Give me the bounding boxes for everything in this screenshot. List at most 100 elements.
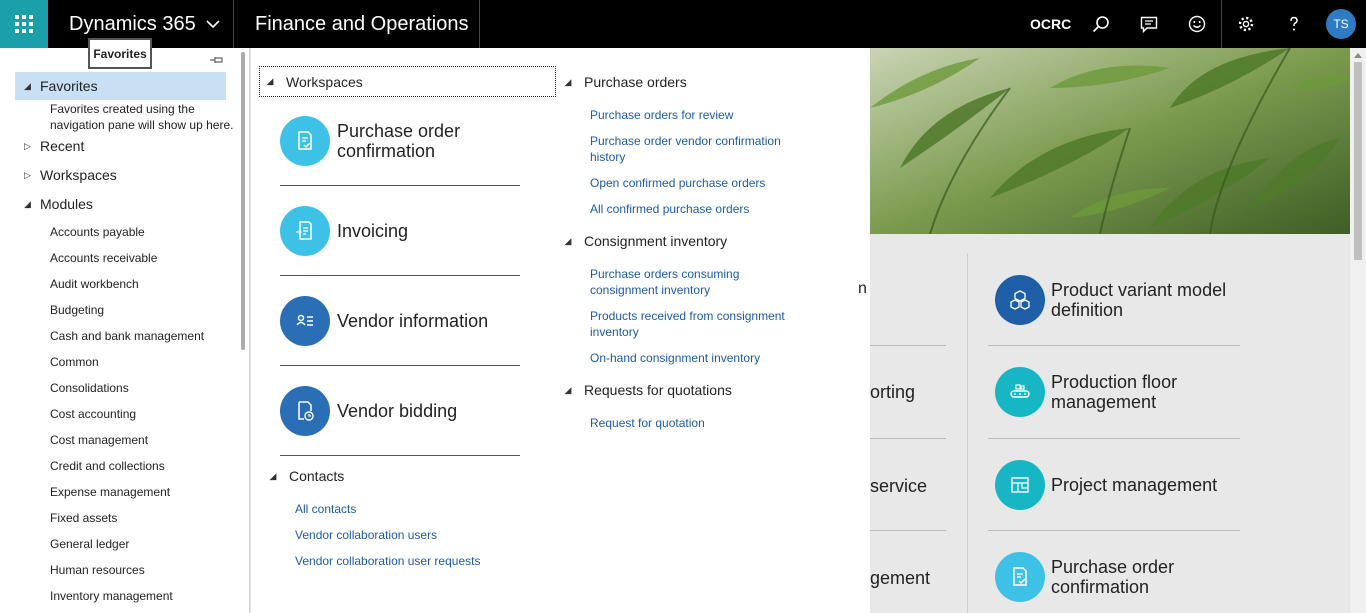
- pin-icon[interactable]: [209, 55, 225, 65]
- module-item[interactable]: Cash and bank management: [50, 326, 204, 346]
- top-bar: Dynamics 365 Finance and Operations OCRC…: [0, 0, 1366, 48]
- page-scrollbar[interactable]: [1350, 48, 1366, 613]
- section-purchase-orders[interactable]: ◢ Purchase orders: [558, 70, 687, 94]
- navigation-pane: ◢ Favorites Favorites created using the …: [0, 48, 250, 613]
- user-avatar[interactable]: TS: [1326, 9, 1356, 39]
- tile-icon-circle: [280, 205, 330, 256]
- hidden-tile-fragment[interactable]: n: [858, 280, 867, 298]
- search-icon: [1092, 16, 1109, 33]
- tile-icon-circle: [995, 460, 1045, 510]
- link-open-confirmed-purchase-orders[interactable]: Open confirmed purchase orders: [590, 175, 800, 191]
- tile-icon-circle: [995, 552, 1045, 602]
- hidden-tile-fragment[interactable]: service: [870, 476, 927, 497]
- module-item[interactable]: Inventory management: [50, 586, 173, 606]
- tile-divider: [988, 345, 1240, 346]
- tile-label: Invoicing: [337, 220, 409, 241]
- link-po-vendor-confirmation-history[interactable]: Purchase order vendor confirmation histo…: [590, 133, 800, 165]
- help-button[interactable]: [1270, 0, 1318, 48]
- feedback-button[interactable]: [1173, 0, 1221, 48]
- tile-vendor-bidding[interactable]: Vendor bidding: [280, 366, 520, 456]
- tile-invoicing[interactable]: Invoicing: [280, 186, 520, 276]
- tile-purchase-order-confirmation[interactable]: Purchase order confirmation: [280, 96, 520, 186]
- module-item[interactable]: Common: [50, 352, 99, 372]
- app-title: Finance and Operations: [234, 0, 480, 48]
- nav-favorites-label: Favorites: [40, 78, 98, 94]
- nav-modules[interactable]: ◢ Modules: [15, 190, 93, 218]
- search-button[interactable]: [1077, 0, 1125, 48]
- expanded-triangle-icon: ◢: [24, 198, 31, 209]
- tile-column-divider: [967, 254, 968, 613]
- smiley-icon: [1188, 15, 1206, 33]
- section-consignment-inventory[interactable]: ◢ Consignment inventory: [558, 229, 728, 253]
- favorites-empty-note: Favorites created using the navigation p…: [50, 102, 234, 132]
- company-picker[interactable]: OCRC: [1030, 0, 1071, 48]
- tile-product-variant-model-definition[interactable]: Product variant model definition: [995, 275, 1240, 325]
- module-item[interactable]: Fixed assets: [50, 508, 117, 528]
- document-check-icon: [298, 130, 312, 150]
- link-request-for-quotation[interactable]: Request for quotation: [590, 415, 800, 431]
- link-products-received-consignment[interactable]: Products received from consignment inven…: [590, 308, 800, 340]
- expanded-triangle-icon: ◢: [24, 80, 31, 91]
- nav-favorites[interactable]: ◢ Favorites: [15, 72, 226, 100]
- module-item[interactable]: Accounts payable: [50, 222, 145, 242]
- link-po-consuming-consignment[interactable]: Purchase orders consuming consignment in…: [590, 266, 800, 298]
- section-workspaces[interactable]: ◢ Workspaces: [259, 66, 556, 97]
- conveyor-icon: [1010, 384, 1030, 398]
- link-purchase-orders-for-review[interactable]: Purchase orders for review: [590, 107, 800, 123]
- module-item[interactable]: Audit workbench: [50, 274, 139, 294]
- tile-icon-circle: [280, 295, 330, 346]
- module-item[interactable]: Human resources: [50, 560, 145, 580]
- tile-purchase-order-confirmation-bg[interactable]: Purchase order confirmation: [995, 552, 1240, 602]
- gear-icon: [1238, 16, 1254, 32]
- section-contacts[interactable]: ◢ Contacts: [263, 464, 345, 488]
- hidden-tile-fragment[interactable]: orting: [870, 382, 915, 403]
- tile-divider: [988, 530, 1240, 531]
- section-workspaces-label: Workspaces: [286, 73, 363, 90]
- tile-label: Vendor bidding: [337, 400, 458, 421]
- tile-label: Production floor management: [1051, 372, 1178, 412]
- tile-divider: [870, 438, 946, 439]
- scroll-up-arrow-icon[interactable]: [1354, 52, 1362, 58]
- bid-clock-icon: [298, 400, 314, 421]
- dashboard-hero-image: [870, 48, 1350, 234]
- module-item[interactable]: Cost management: [50, 430, 148, 450]
- cubes-icon: [1010, 290, 1030, 310]
- module-item[interactable]: Credit and collections: [50, 456, 165, 476]
- module-item[interactable]: Consolidations: [50, 378, 129, 398]
- link-all-confirmed-purchase-orders[interactable]: All confirmed purchase orders: [590, 201, 800, 217]
- hidden-tile-fragment[interactable]: gement: [870, 568, 930, 589]
- module-item[interactable]: Expense management: [50, 482, 170, 502]
- invoice-icon: [296, 220, 312, 240]
- tile-icon-circle: [995, 367, 1045, 417]
- module-item[interactable]: Cost accounting: [50, 404, 136, 424]
- tile-divider: [988, 438, 1240, 439]
- module-item[interactable]: Budgeting: [50, 300, 104, 320]
- nav-recent[interactable]: ▷ Recent: [15, 132, 84, 160]
- module-item[interactable]: Accounts receivable: [50, 248, 157, 268]
- question-mark-icon: [1290, 16, 1298, 31]
- favorites-tooltip: Favorites: [88, 38, 152, 69]
- app-launcher-button[interactable]: [0, 0, 48, 48]
- nav-workspaces[interactable]: ▷ Workspaces: [15, 161, 117, 189]
- tile-divider: [870, 345, 946, 346]
- link-vendor-collaboration-users[interactable]: Vendor collaboration users: [295, 527, 437, 543]
- message-icon: [1140, 16, 1158, 33]
- tile-vendor-information[interactable]: Vendor information: [280, 276, 520, 366]
- scrollbar-thumb[interactable]: [1354, 62, 1362, 260]
- tile-project-management[interactable]: Project management: [995, 460, 1240, 510]
- expanded-triangle-icon: ◢: [564, 384, 572, 395]
- module-item[interactable]: General ledger: [50, 534, 129, 554]
- nav-scrollbar[interactable]: [241, 52, 245, 350]
- tile-label: Purchase order confirmation: [1051, 557, 1175, 597]
- messages-button[interactable]: [1125, 0, 1173, 48]
- settings-button[interactable]: [1222, 0, 1270, 48]
- link-vendor-collaboration-user-requests[interactable]: Vendor collaboration user requests: [295, 553, 480, 569]
- section-requests-for-quotations[interactable]: ◢ Requests for quotations: [558, 378, 732, 402]
- section-consignment-label: Consignment inventory: [584, 233, 728, 249]
- link-on-hand-consignment[interactable]: On-hand consignment inventory: [590, 350, 800, 366]
- tile-icon-circle: [995, 275, 1045, 325]
- expanded-triangle-icon: ◢: [269, 470, 277, 481]
- link-all-contacts[interactable]: All contacts: [295, 501, 356, 517]
- section-purchase-orders-label: Purchase orders: [584, 74, 687, 90]
- tile-production-floor-management[interactable]: Production floor management: [995, 367, 1240, 417]
